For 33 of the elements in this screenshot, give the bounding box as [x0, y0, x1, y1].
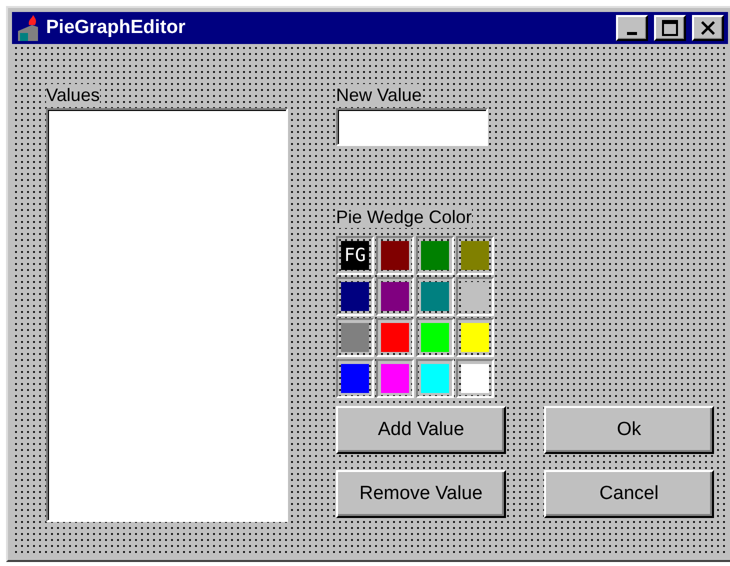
field-label: New Value: [336, 84, 422, 106]
swatch-label: FG: [344, 245, 366, 266]
color-swatch[interactable]: [416, 236, 454, 275]
color-swatch[interactable]: [416, 359, 454, 398]
color-swatch[interactable]: [456, 277, 494, 316]
close-icon: [700, 20, 716, 36]
field-label: Pie Wedge Color: [336, 206, 472, 228]
color-swatch[interactable]: [336, 277, 374, 316]
color-swatch[interactable]: [376, 277, 414, 316]
dialog-button[interactable]: Add Value: [336, 406, 506, 454]
minimize-icon: [627, 32, 637, 34]
app-icon: [16, 15, 40, 41]
field-label: Values: [46, 84, 100, 106]
dialog-button[interactable]: Remove Value: [336, 470, 506, 518]
color-swatch[interactable]: [456, 359, 494, 398]
close-button[interactable]: [692, 15, 724, 41]
maximize-icon: [662, 20, 678, 36]
color-swatch[interactable]: [416, 277, 454, 316]
minimize-button[interactable]: [616, 15, 648, 41]
dialog-button[interactable]: Ok: [544, 406, 714, 454]
color-swatch[interactable]: [416, 318, 454, 357]
color-swatch[interactable]: [336, 359, 374, 398]
new-value-field[interactable]: [336, 108, 488, 146]
color-swatch[interactable]: [376, 359, 414, 398]
dialog-button[interactable]: Cancel: [544, 470, 714, 518]
window-title: PieGraphEditor: [46, 17, 186, 39]
maximize-button[interactable]: [654, 15, 686, 41]
color-swatch[interactable]: [376, 236, 414, 275]
color-swatch[interactable]: [456, 236, 494, 275]
color-swatch[interactable]: [456, 318, 494, 357]
color-swatch[interactable]: [376, 318, 414, 357]
color-swatch[interactable]: [336, 318, 374, 357]
color-swatch[interactable]: FG: [336, 236, 374, 275]
